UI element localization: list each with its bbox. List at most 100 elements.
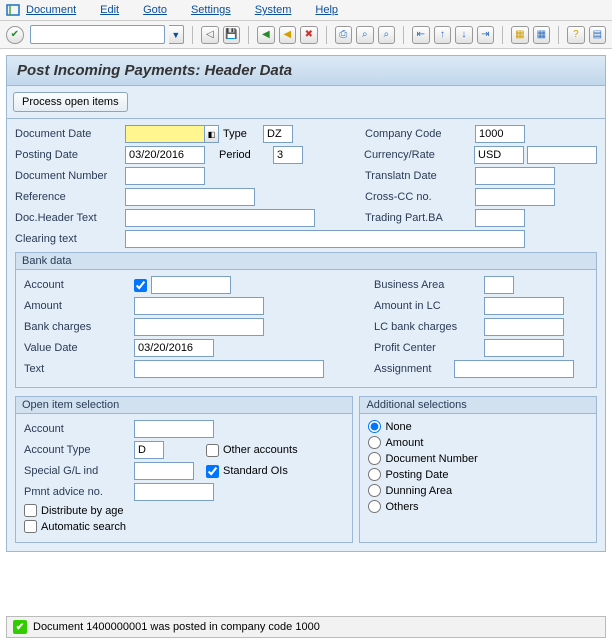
save-icon[interactable]: 💾 [223, 26, 241, 44]
distribute-by-age-check[interactable] [24, 504, 37, 517]
automatic-search-check[interactable] [24, 520, 37, 533]
label-bank-account: Account [24, 279, 134, 291]
trading-part-input[interactable] [475, 209, 525, 227]
label-cross-cc: Cross-CC no. [365, 191, 475, 203]
nav-exit-icon[interactable]: ◀ [279, 26, 297, 44]
label-special-gl: Special G/L ind [24, 465, 134, 477]
label-auto-search: Automatic search [41, 521, 126, 533]
main-area: Post Incoming Payments: Header Data Proc… [0, 49, 612, 558]
label-currency-rate: Currency/Rate [364, 149, 474, 161]
menu-goto[interactable]: Goto [143, 4, 167, 16]
label-lc-bank-charges: LC bank charges [374, 321, 484, 333]
bank-data-body: Account Business Area Amount Amount in L… [15, 270, 597, 388]
find-icon[interactable]: ⌕ [356, 26, 374, 44]
currency-input[interactable] [474, 146, 524, 164]
menu-document[interactable]: Document [26, 4, 76, 16]
clearing-text-input[interactable] [125, 230, 525, 248]
doc-date-f4-icon[interactable]: ◧ [205, 125, 219, 143]
doc-number-input[interactable] [125, 167, 205, 185]
next-page-icon[interactable]: ↓ [455, 26, 473, 44]
label-profit-center: Profit Center [374, 342, 484, 354]
menu-help[interactable]: Help [315, 4, 338, 16]
toolbar-divider [192, 26, 193, 44]
translatn-date-input[interactable] [475, 167, 555, 185]
command-input[interactable] [30, 25, 165, 44]
new-session-icon[interactable]: ▦ [511, 26, 529, 44]
company-code-input[interactable] [475, 125, 525, 143]
toolbar-divider [558, 26, 559, 44]
layout-icon[interactable]: ▤ [589, 26, 607, 44]
radio-posting-date[interactable] [368, 468, 381, 481]
label-radio-others: Others [385, 501, 418, 513]
command-dropdown[interactable]: ▼ [169, 25, 185, 44]
ois-account-input[interactable] [134, 420, 214, 438]
label-standard-ois: Standard OIs [223, 465, 288, 477]
process-open-items-button[interactable]: Process open items [13, 92, 128, 112]
label-assignment: Assignment [374, 363, 454, 375]
label-radio-amount: Amount [385, 437, 423, 449]
assignment-input[interactable] [454, 360, 574, 378]
type-input[interactable] [263, 125, 293, 143]
other-accounts-check[interactable] [206, 444, 219, 457]
rate-input[interactable] [527, 146, 597, 164]
label-radio-doc-number: Document Number [385, 453, 477, 465]
menu-edit[interactable]: Edit [100, 4, 119, 16]
enter-icon[interactable]: ✔ [6, 26, 24, 44]
print-icon[interactable]: ⎙ [335, 26, 353, 44]
radio-doc-number[interactable] [368, 452, 381, 465]
special-gl-input[interactable] [134, 462, 194, 480]
success-icon: ✔ [13, 620, 27, 634]
nav-back-icon[interactable]: ◀ [257, 26, 275, 44]
profit-center-input[interactable] [484, 339, 564, 357]
bank-charges-input[interactable] [134, 318, 264, 336]
amount-lc-input[interactable] [484, 297, 564, 315]
amount-input[interactable] [134, 297, 264, 315]
value-date-input[interactable] [134, 339, 214, 357]
pmnt-advice-input[interactable] [134, 483, 214, 501]
posting-date-input[interactable] [125, 146, 205, 164]
radio-none[interactable] [368, 420, 381, 433]
sap-window-icon [6, 3, 20, 17]
bank-text-input[interactable] [134, 360, 324, 378]
menubar: Document Edit Goto Settings System Help [0, 0, 612, 21]
label-posting-date: Posting Date [15, 149, 125, 161]
toolbar-divider [502, 26, 503, 44]
button-row: Process open items [6, 86, 606, 119]
first-page-icon[interactable]: ⇤ [412, 26, 430, 44]
find-next-icon[interactable]: ⌕ [378, 26, 396, 44]
bank-account-input[interactable] [151, 276, 231, 294]
toolbar-divider [403, 26, 404, 44]
additional-selections-panel: Additional selections None Amount Docume… [359, 396, 597, 543]
nav-cancel-icon[interactable]: ✖ [300, 26, 318, 44]
radio-amount[interactable] [368, 436, 381, 449]
label-company-code: Company Code [365, 128, 475, 140]
doc-header-text-input[interactable] [125, 209, 315, 227]
label-other-accounts: Other accounts [223, 444, 298, 456]
menu-settings[interactable]: Settings [191, 4, 231, 16]
last-page-icon[interactable]: ⇥ [477, 26, 495, 44]
shortcut-icon[interactable]: ▦ [533, 26, 551, 44]
prev-page-icon[interactable]: ↑ [434, 26, 452, 44]
open-item-selection-panel: Open item selection Account Account Type… [15, 396, 353, 543]
back-icon[interactable]: ◁ [201, 26, 219, 44]
label-amount: Amount [24, 300, 134, 312]
label-period: Period [219, 149, 273, 161]
reference-input[interactable] [125, 188, 255, 206]
label-doc-number: Document Number [15, 170, 125, 182]
lc-bank-charges-input[interactable] [484, 318, 564, 336]
standard-ois-check[interactable] [206, 465, 219, 478]
toolbar: ✔ ▼ ◁ 💾 ◀ ◀ ✖ ⎙ ⌕ ⌕ ⇤ ↑ ↓ ⇥ ▦ ▦ ? ▤ [0, 21, 612, 49]
radio-dunning-area[interactable] [368, 484, 381, 497]
account-type-input[interactable] [134, 441, 164, 459]
period-input[interactable] [273, 146, 303, 164]
bank-account-required-check[interactable] [134, 279, 147, 292]
label-distribute: Distribute by age [41, 505, 124, 517]
help-icon[interactable]: ? [567, 26, 585, 44]
menu-system[interactable]: System [255, 4, 292, 16]
doc-date-input[interactable] [125, 125, 205, 143]
business-area-input[interactable] [484, 276, 514, 294]
label-business-area: Business Area [374, 279, 484, 291]
radio-others[interactable] [368, 500, 381, 513]
cross-cc-input[interactable] [475, 188, 555, 206]
label-radio-none: None [385, 421, 411, 433]
